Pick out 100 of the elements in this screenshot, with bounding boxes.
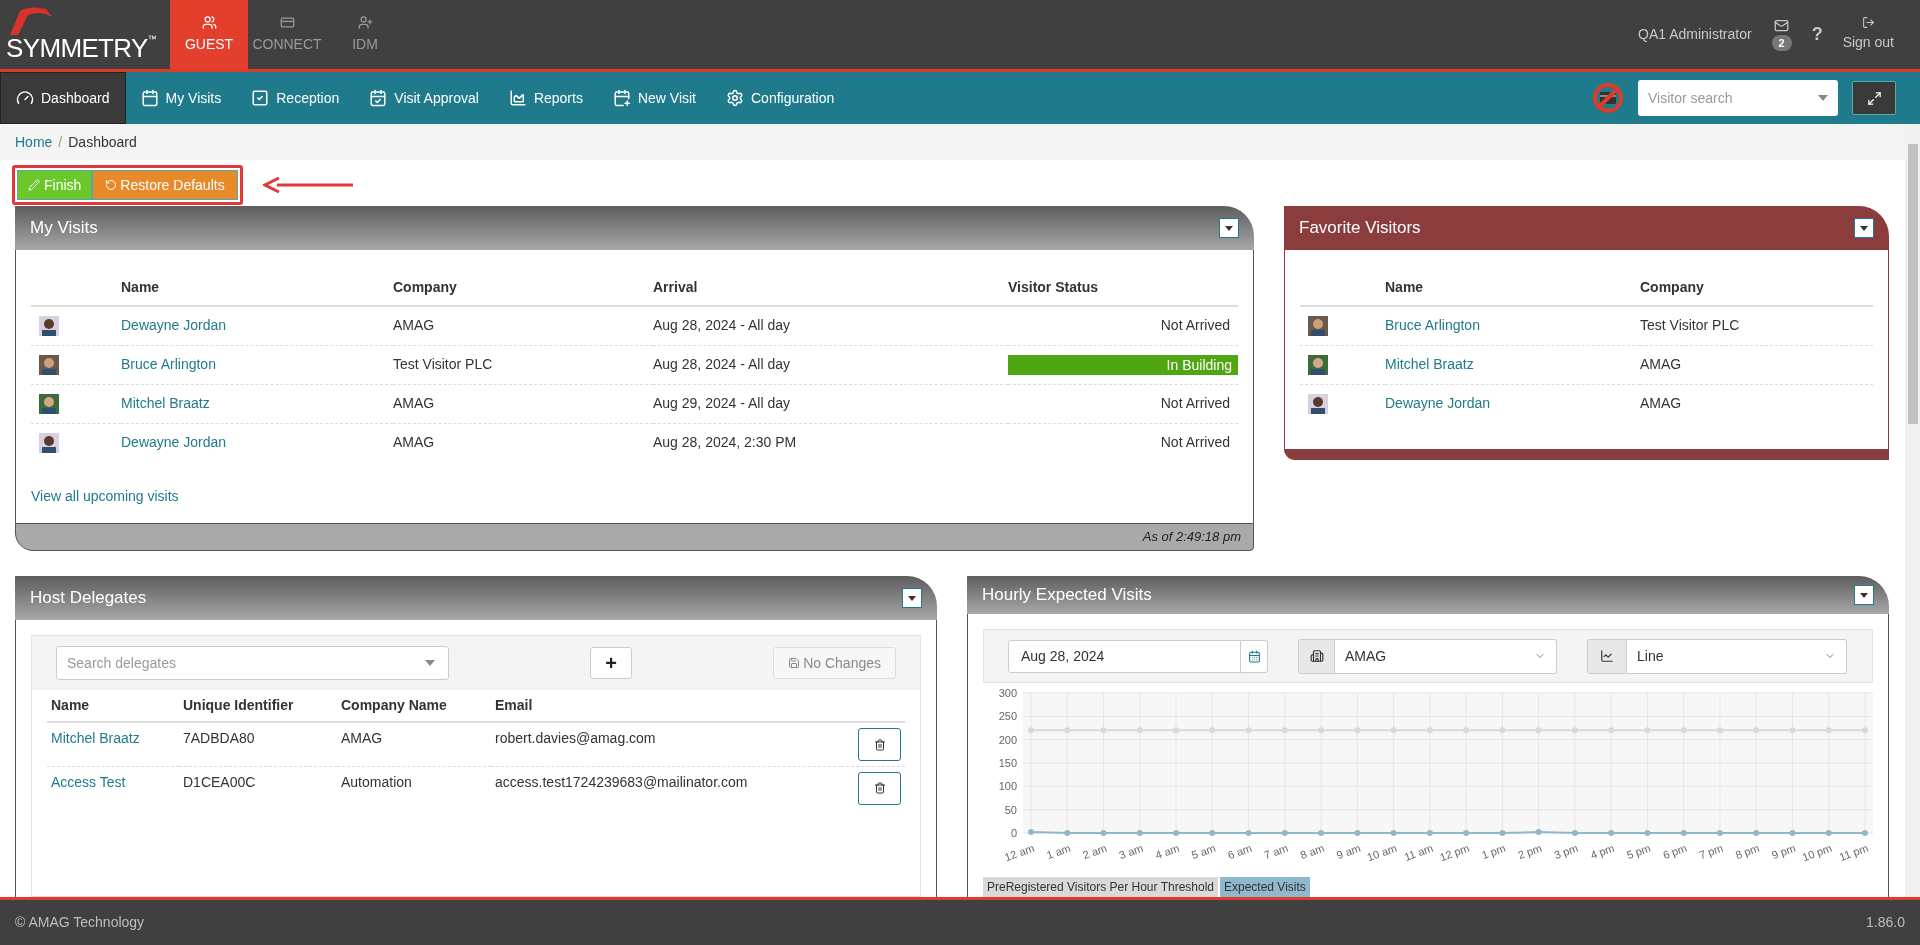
- caret-icon: [1860, 225, 1868, 231]
- collapse-button[interactable]: [1219, 218, 1239, 238]
- x-tick-label: 12 am: [1002, 841, 1036, 864]
- y-tick-label: 200: [998, 733, 1017, 746]
- card-icon: [279, 14, 295, 30]
- visitor-search-field[interactable]: Visitor search: [1638, 80, 1838, 116]
- avatar-icon: [39, 315, 59, 336]
- app-tab[interactable]: GUEST: [170, 0, 248, 69]
- chart-type-select[interactable]: Line: [1627, 638, 1847, 674]
- visitor-link[interactable]: Bruce Arlington: [1385, 317, 1480, 334]
- user-name[interactable]: QA1 Administrator: [1638, 24, 1752, 45]
- x-tick-label: 11 am: [1402, 841, 1435, 864]
- delegate-link[interactable]: Access Test: [51, 773, 126, 790]
- panel-title: Host Delegates: [30, 587, 147, 610]
- visitor-link[interactable]: Bruce Arlington: [121, 356, 216, 372]
- data-point: [1463, 727, 1470, 734]
- data-point: [1716, 830, 1723, 836]
- settings-icon: [726, 89, 744, 107]
- caret-icon: [908, 595, 916, 601]
- data-point: [1209, 830, 1216, 836]
- table-cell: AMAG: [1640, 395, 1682, 412]
- site-select[interactable]: AMAG: [1335, 638, 1557, 674]
- data-point: [1318, 830, 1325, 836]
- y-tick-label: 50: [1004, 803, 1017, 816]
- blocked-card-icon: [1592, 82, 1624, 114]
- column-header: Name: [1385, 279, 1424, 295]
- app-tab[interactable]: IDM: [326, 0, 404, 69]
- help-link[interactable]: ?: [1811, 21, 1823, 48]
- breadcrumb-link[interactable]: Home: [15, 131, 53, 153]
- status-text: Not Arrived: [1160, 317, 1230, 334]
- y-tick-label: 150: [998, 757, 1017, 769]
- data-point: [1753, 830, 1760, 836]
- nav-tab[interactable]: Configuration: [711, 72, 850, 124]
- calendar-plus-icon: [612, 89, 631, 107]
- nav-tab[interactable]: Reception: [236, 72, 355, 124]
- caret-icon: [1860, 592, 1868, 598]
- delegate-link[interactable]: Mitchel Braatz: [51, 730, 140, 746]
- visitor-link[interactable]: Mitchel Braatz: [121, 395, 210, 411]
- mail-icon[interactable]: [1774, 18, 1790, 33]
- column-header: Company Name: [341, 697, 447, 713]
- floppy-icon: [788, 657, 801, 669]
- restore-defaults-button[interactable]: Restore Defaults: [92, 170, 238, 200]
- data-point: [1499, 727, 1506, 734]
- date-field[interactable]: Aug 28, 2024: [1008, 639, 1241, 673]
- nav-tab[interactable]: Reports: [493, 72, 598, 124]
- table-cell: Test Visitor PLC: [393, 356, 493, 372]
- app-tab[interactable]: CONNECT: [248, 0, 326, 69]
- delete-button[interactable]: [858, 771, 901, 805]
- breadcrumb-current: Dashboard: [68, 132, 137, 152]
- column-header: Arrival: [653, 279, 698, 295]
- delete-button[interactable]: [858, 728, 901, 761]
- data-point: [1789, 727, 1796, 734]
- data-point: [1680, 727, 1687, 734]
- visitor-link[interactable]: Dewayne Jordan: [1385, 395, 1491, 412]
- data-point: [1354, 727, 1361, 734]
- calendar-check-icon: [369, 89, 388, 107]
- data-point: [1862, 727, 1868, 734]
- expand-icon: [1866, 90, 1882, 106]
- table-cell: Automation: [341, 773, 412, 790]
- data-point: [1390, 727, 1397, 734]
- table-cell: AMAG: [341, 730, 383, 746]
- checkbox-icon: [251, 89, 270, 107]
- data-point: [1426, 830, 1433, 836]
- visitor-link[interactable]: Dewayne Jordan: [121, 434, 227, 451]
- data-point: [1825, 830, 1832, 836]
- pencil-icon: [28, 179, 40, 191]
- nav-tab[interactable]: Visit Approval: [354, 72, 494, 124]
- status-text: Not Arrived: [1160, 434, 1230, 451]
- data-point: [1644, 830, 1651, 836]
- legend-item[interactable]: PreRegistered Visitors Per Hour Threshold: [983, 877, 1218, 897]
- table-cell: 7ADBDA80: [183, 730, 255, 746]
- avatar-icon: [1308, 393, 1328, 414]
- undo-icon: [105, 179, 118, 191]
- collapse-button[interactable]: [902, 588, 922, 608]
- x-tick-label: 11 pm: [1837, 841, 1870, 864]
- updated-time: As of 2:49:18 pm: [1142, 528, 1241, 547]
- view-all-link[interactable]: View all upcoming visits: [31, 488, 179, 504]
- table-cell: access.test1724239683@mailinator.com: [495, 773, 748, 790]
- add-button[interactable]: +: [590, 647, 633, 679]
- data-point: [1173, 727, 1180, 734]
- nav-tab[interactable]: My Visits: [125, 72, 237, 124]
- nav-tab[interactable]: Dashboard: [0, 72, 126, 124]
- x-tick-label: 8 am: [1298, 841, 1326, 862]
- visitor-link[interactable]: Mitchel Braatz: [1385, 356, 1474, 372]
- visitor-link[interactable]: Dewayne Jordan: [121, 317, 227, 334]
- collapse-button[interactable]: [1854, 585, 1874, 605]
- scrollbar[interactable]: [1905, 124, 1920, 897]
- collapse-button[interactable]: [1854, 218, 1874, 238]
- nav-tab[interactable]: New Visit: [597, 72, 711, 124]
- x-tick-label: 1 pm: [1480, 841, 1508, 862]
- fullscreen-button[interactable]: [1852, 81, 1896, 115]
- column-header: Name: [51, 697, 90, 713]
- legend-item[interactable]: Expected Visits: [1220, 877, 1310, 897]
- delegate-search-field[interactable]: Search delegates: [56, 646, 449, 680]
- data-point: [1318, 727, 1325, 734]
- calendar-button[interactable]: [1241, 639, 1268, 673]
- sign-out-button[interactable]: Sign out: [1842, 16, 1894, 53]
- copyright-text: © AMAG Technology: [15, 913, 145, 932]
- table-cell: AMAG: [393, 434, 435, 451]
- avatar-icon: [39, 354, 59, 375]
